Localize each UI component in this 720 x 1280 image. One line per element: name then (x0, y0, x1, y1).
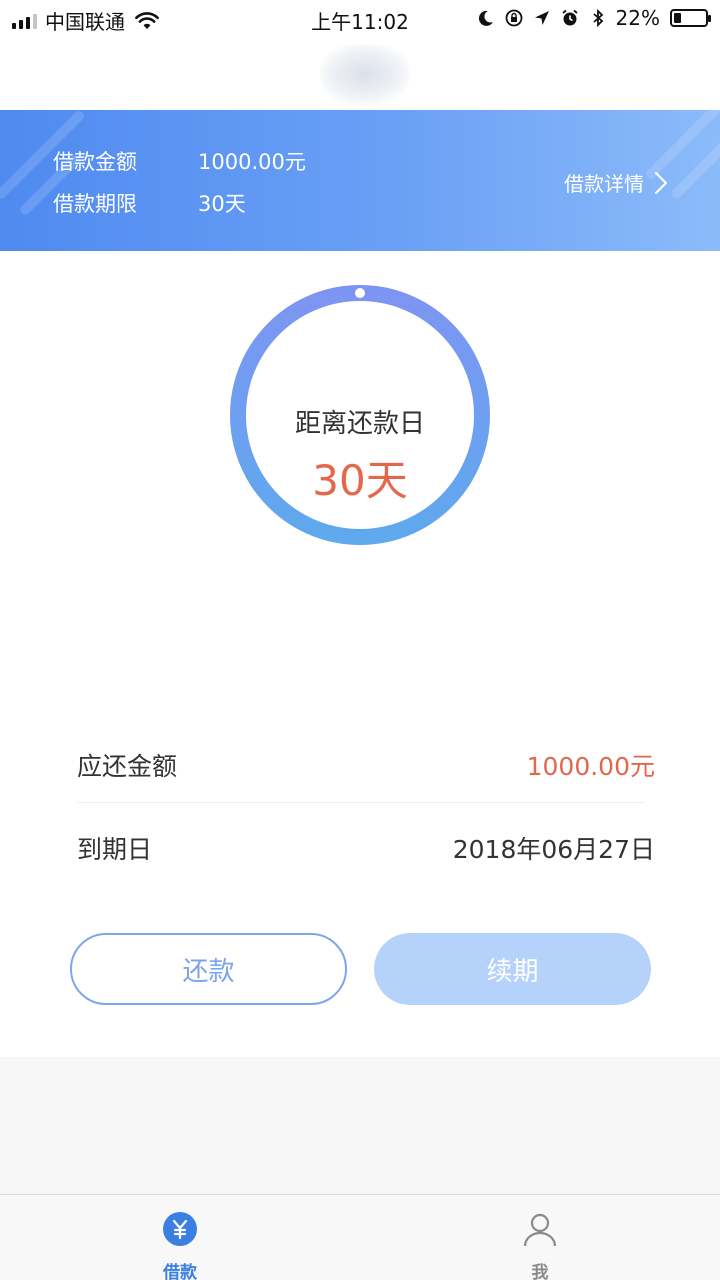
person-icon (523, 1213, 557, 1247)
loan-detail-label: 借款详情 (564, 172, 644, 196)
due-amount-row: 应还金额 1000.00元 (77, 747, 655, 787)
orientation-lock-icon (505, 9, 522, 27)
due-date-label: 到期日 (77, 835, 153, 864)
tab-me[interactable]: 我 (360, 1195, 720, 1280)
countdown-ring: 距离还款日 30天 (228, 283, 492, 547)
due-date-value: 2018年06月27日 (452, 835, 655, 864)
alarm-icon (561, 9, 578, 26)
tab-loan[interactable]: 借款 (0, 1195, 360, 1280)
repay-button[interactable]: 还款 (70, 933, 347, 1005)
due-date-row: 到期日 2018年06月27日 (77, 830, 655, 870)
moon-icon (478, 10, 493, 26)
loan-amount-row: 借款金额 1000.00元 (53, 146, 306, 176)
loan-term-label: 借款期限 (53, 192, 137, 216)
chevron-right-icon (654, 171, 668, 194)
nav-bar (0, 38, 720, 110)
loan-term-row: 借款期限 30天 (53, 188, 246, 218)
loan-detail-link[interactable]: 借款详情 (564, 168, 668, 197)
divider (77, 802, 645, 803)
tab-loan-label: 借款 (163, 1263, 197, 1280)
location-arrow-icon (534, 11, 549, 25)
loan-term-value: 30天 (198, 192, 246, 216)
renew-button[interactable]: 续期 (374, 933, 651, 1005)
tab-bar: 借款 我 (0, 1194, 720, 1280)
countdown-days: 30天 (312, 456, 408, 505)
battery-percent: 22% (615, 6, 660, 30)
blurred-nav-title (320, 44, 410, 104)
repayment-card: 距离还款日 30天 应还金额 1000.00元 到期日 2018年06月27日 … (0, 251, 720, 1057)
due-amount-value: 1000.00元 (526, 752, 655, 781)
due-amount-label: 应还金额 (77, 752, 178, 781)
loan-summary-banner: 借款金额 1000.00元 借款期限 30天 借款详情 (0, 110, 720, 251)
loan-amount-value: 1000.00元 (198, 150, 306, 174)
yuan-coin-icon (163, 1212, 197, 1246)
loan-amount-label: 借款金额 (53, 150, 137, 174)
ring-progress-dot (355, 288, 365, 298)
status-bar: 中国联通 上午11:02 22% (0, 0, 720, 38)
battery-icon (670, 9, 711, 27)
bluetooth-icon (592, 8, 603, 28)
tab-me-label: 我 (531, 1263, 549, 1280)
countdown-label: 距离还款日 (294, 409, 425, 439)
